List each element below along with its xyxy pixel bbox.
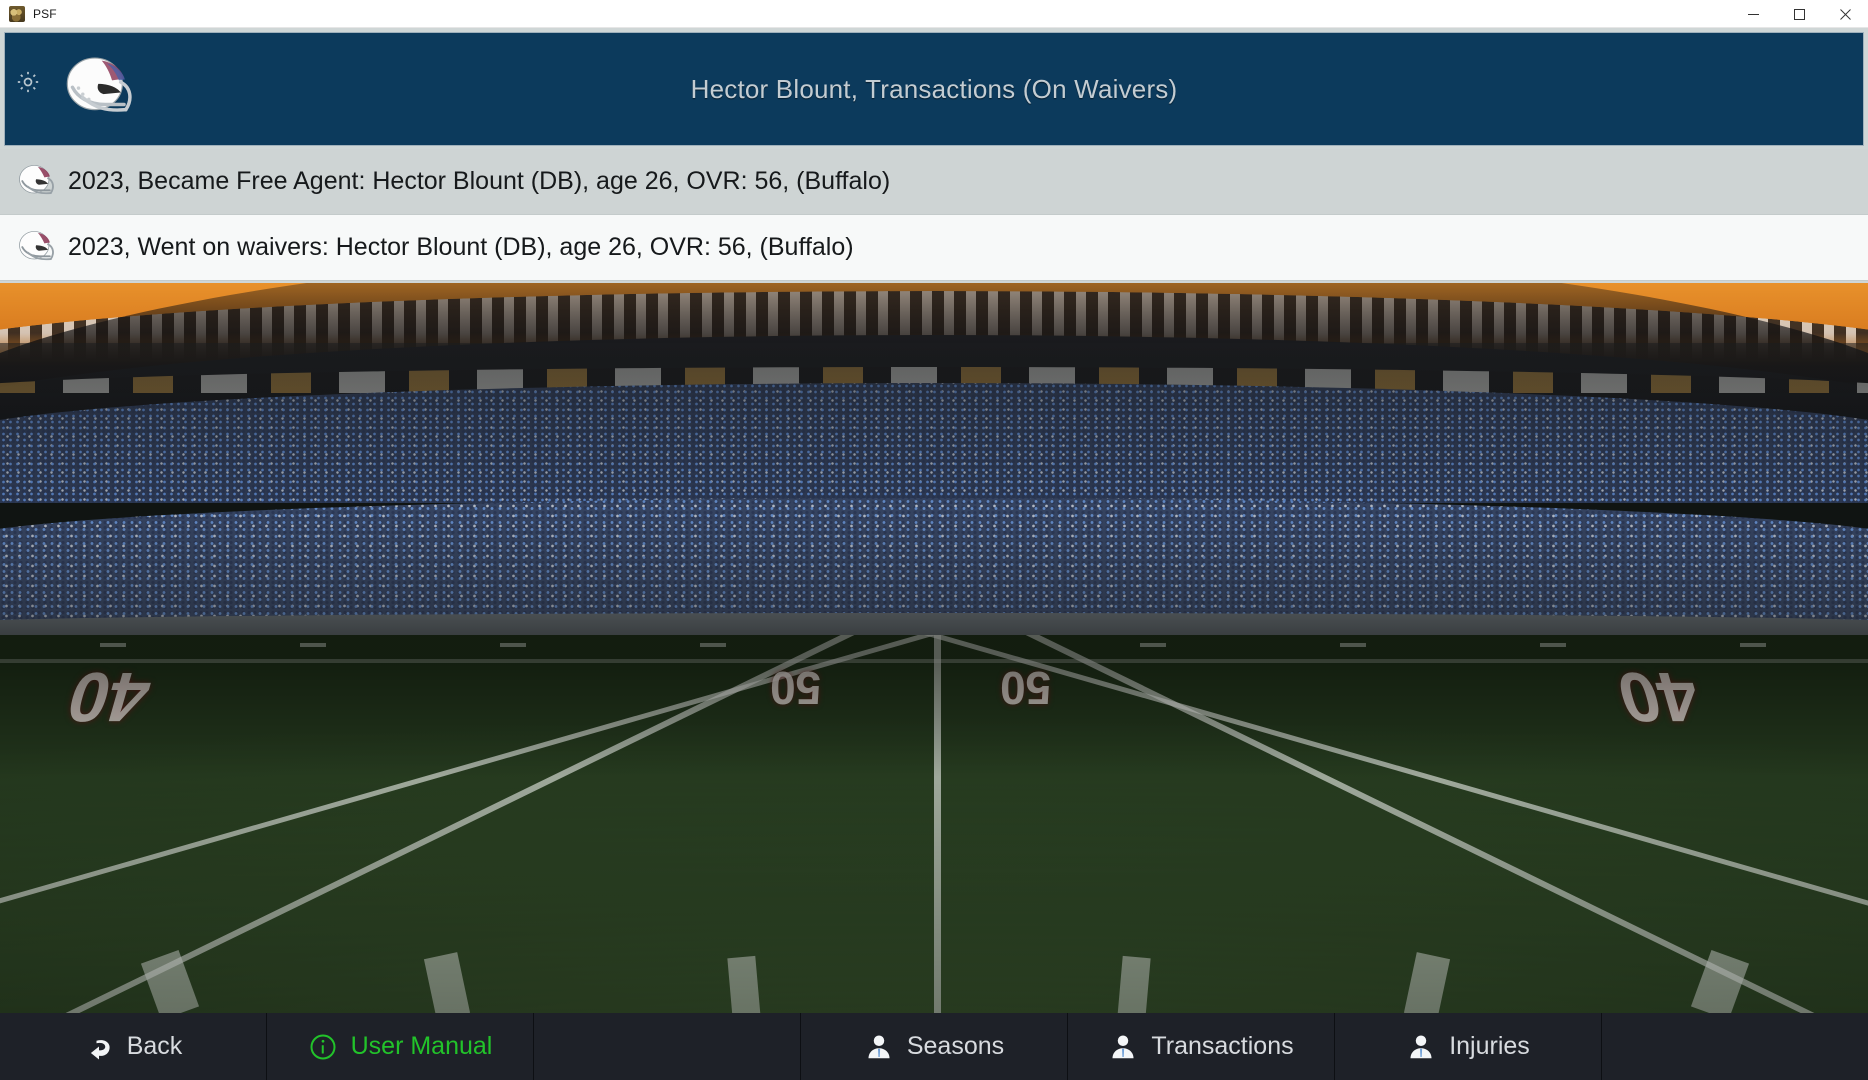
transactions-button[interactable]: Transactions — [1068, 1013, 1335, 1080]
person-icon — [1410, 1035, 1432, 1058]
close-button[interactable] — [1822, 0, 1868, 28]
user-manual-button[interactable]: User Manual — [267, 1013, 534, 1080]
injuries-button[interactable]: Injuries — [1335, 1013, 1602, 1080]
gear-icon[interactable] — [15, 69, 41, 95]
back-arrow-icon — [90, 1039, 110, 1059]
page-header: Hector Blount, Transactions (On Waivers) — [4, 32, 1864, 146]
seasons-button[interactable]: Seasons — [801, 1013, 1068, 1080]
back-button[interactable]: Back — [0, 1013, 267, 1080]
stadium-background-image: 50 50 40 40 — [0, 283, 1868, 1041]
injuries-label: Injuries — [1449, 1032, 1530, 1060]
table-row[interactable]: 2023, Went on waivers: Hector Blount (DB… — [0, 215, 1868, 281]
football-field: 50 50 40 40 — [0, 635, 1868, 1041]
transactions-list: 2023, Became Free Agent: Hector Blount (… — [0, 149, 1868, 281]
field-numeral: 40 — [58, 658, 160, 736]
toolbar-spacer — [534, 1013, 801, 1080]
seasons-label: Seasons — [906, 1032, 1005, 1060]
app-icon — [9, 5, 25, 22]
maximize-button[interactable] — [1776, 0, 1822, 28]
person-icon — [868, 1035, 890, 1058]
field-numeral: 50 — [770, 662, 822, 714]
transaction-text: 2023, Went on waivers: Hector Blount (DB… — [68, 233, 854, 261]
user-manual-label: User Manual — [350, 1032, 493, 1060]
minimize-button[interactable] — [1730, 0, 1776, 28]
bottom-toolbar: Back User Manual Seasons Transactions In… — [0, 1013, 1868, 1080]
transactions-label: Transactions — [1151, 1032, 1294, 1060]
table-row[interactable]: 2023, Became Free Agent: Hector Blount (… — [0, 149, 1868, 215]
football-helmet-icon — [19, 164, 54, 194]
page-title: Hector Blount, Transactions (On Waivers) — [690, 73, 1178, 104]
window-title: PSF — [33, 6, 57, 21]
app-window: Hector Blount, Transactions (On Waivers)… — [0, 28, 1868, 1080]
transaction-text: 2023, Became Free Agent: Hector Blount (… — [68, 167, 891, 195]
team-helmet-logo-icon — [66, 57, 132, 112]
field-numeral: 50 — [1000, 662, 1052, 714]
football-helmet-icon — [19, 230, 54, 260]
window-controls — [1730, 0, 1868, 28]
field-numeral: 40 — [1608, 658, 1710, 736]
person-icon — [1112, 1035, 1134, 1058]
back-label: Back — [126, 1032, 183, 1060]
window-title-bar: PSF — [0, 0, 1868, 28]
info-circle-icon — [310, 1034, 336, 1059]
upper-crowd — [0, 383, 1868, 503]
